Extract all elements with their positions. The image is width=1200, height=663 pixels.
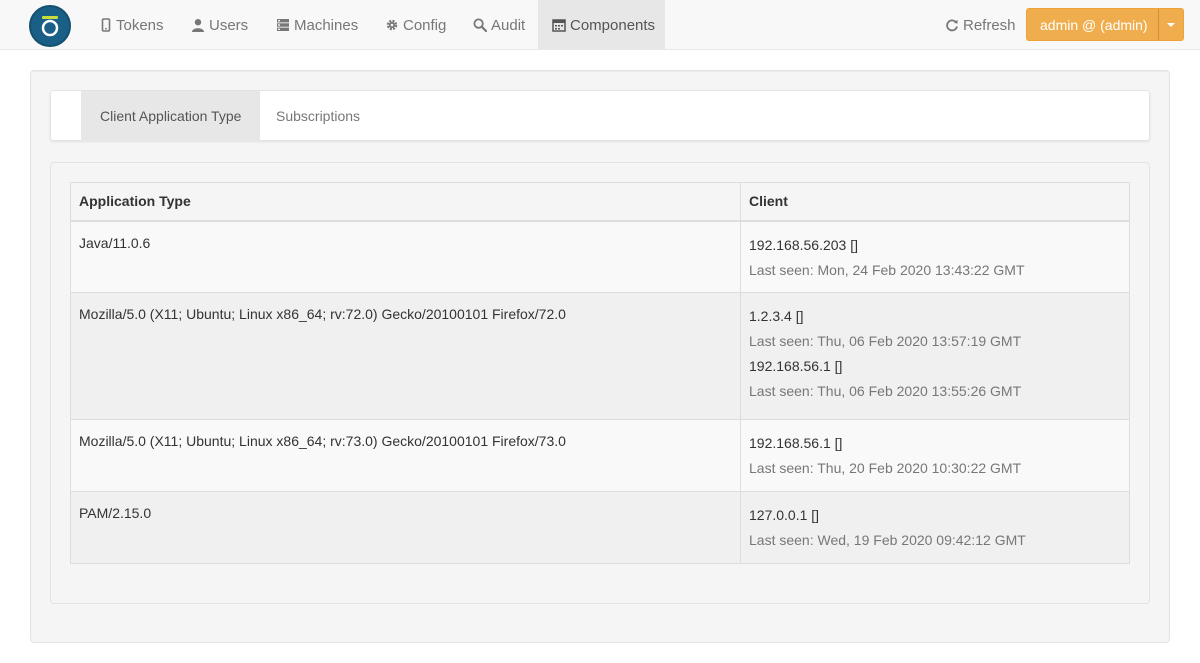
- nav-item-audit[interactable]: Audit: [465, 0, 533, 50]
- client-entry: 1.2.3.4 [] Last seen: Thu, 06 Feb 2020 1…: [749, 306, 1121, 351]
- tab-subscriptions[interactable]: Subscriptions: [257, 91, 379, 141]
- mobile-icon: [100, 18, 112, 32]
- client-entry: 127.0.0.1 [] Last seen: Wed, 19 Feb 2020…: [749, 505, 1121, 550]
- server-icon: [276, 18, 290, 32]
- client-address: 127.0.0.1 []: [749, 507, 820, 523]
- nav-item-users[interactable]: Users: [183, 0, 256, 50]
- client-cell: 127.0.0.1 [] Last seen: Wed, 19 Feb 2020…: [740, 491, 1130, 564]
- tab-client-application-type[interactable]: Client Application Type: [81, 91, 261, 141]
- client-last-seen: Last seen: Thu, 20 Feb 2020 10:30:22 GMT: [749, 460, 1022, 476]
- table-header-row: Application Type Client: [70, 182, 1130, 222]
- caret-down-icon: [1167, 22, 1176, 27]
- client-last-seen: Last seen: Mon, 24 Feb 2020 13:43:22 GMT: [749, 261, 1025, 278]
- table-row: Java/11.0.6 192.168.56.203 [] Last seen:…: [70, 220, 1130, 293]
- refresh-label: Refresh: [963, 16, 1016, 34]
- application-type-cell: PAM/2.15.0: [70, 491, 741, 564]
- client-last-seen: Last seen: Thu, 06 Feb 2020 13:55:26 GMT: [749, 383, 1022, 399]
- tab-label: Client Application Type: [100, 108, 242, 124]
- client-entry: 192.168.56.1 [] Last seen: Thu, 20 Feb 2…: [749, 433, 1121, 478]
- calendar-icon: [552, 18, 566, 32]
- client-address: 192.168.56.1 []: [749, 358, 843, 374]
- client-entry: 192.168.56.1 [] Last seen: Thu, 06 Feb 2…: [749, 356, 1121, 401]
- nav-item-machines[interactable]: Machines: [268, 0, 366, 50]
- table-row: Mozilla/5.0 (X11; Ubuntu; Linux x86_64; …: [70, 292, 1130, 420]
- logo-icon[interactable]: [29, 5, 71, 47]
- client-entry: 192.168.56.203 [] Last seen: Mon, 24 Feb…: [749, 235, 1121, 280]
- table-row: PAM/2.15.0 127.0.0.1 [] Last seen: Wed, …: [70, 491, 1130, 564]
- client-cell: 192.168.56.203 [] Last seen: Mon, 24 Feb…: [740, 220, 1130, 293]
- column-header-application-type: Application Type: [70, 182, 741, 222]
- application-type-cell: Mozilla/5.0 (X11; Ubuntu; Linux x86_64; …: [70, 419, 741, 492]
- top-navbar: Tokens Users Machines Config Audit Compo…: [0, 0, 1200, 50]
- nav-label: Audit: [491, 16, 526, 34]
- user-menu-toggle[interactable]: [1158, 9, 1183, 40]
- search-icon: [473, 18, 487, 32]
- refresh-button[interactable]: Refresh: [937, 0, 1024, 50]
- nav-item-tokens[interactable]: Tokens: [92, 0, 172, 50]
- component-subnav: Client Application Type Subscriptions: [50, 90, 1150, 141]
- nav-label: Machines: [294, 16, 359, 34]
- nav-item-config[interactable]: Config: [377, 0, 454, 50]
- client-address: 192.168.56.1 []: [749, 435, 843, 451]
- user-icon: [191, 18, 205, 32]
- column-header-client: Client: [740, 182, 1130, 222]
- nav-label: Tokens: [116, 16, 164, 34]
- client-cell: 192.168.56.1 [] Last seen: Thu, 20 Feb 2…: [740, 419, 1130, 492]
- application-type-cell: Mozilla/5.0 (X11; Ubuntu; Linux x86_64; …: [70, 292, 741, 420]
- nav-label: Users: [209, 16, 249, 34]
- gear-icon: [385, 18, 399, 32]
- client-address: 1.2.3.4 []: [749, 308, 804, 324]
- client-application-table: Application Type Client Java/11.0.6 192.…: [70, 182, 1130, 564]
- client-address: 192.168.56.203 []: [749, 236, 858, 253]
- client-last-seen: Last seen: Wed, 19 Feb 2020 09:42:12 GMT: [749, 532, 1026, 548]
- nav-item-components[interactable]: Components: [538, 0, 665, 50]
- client-cell: 1.2.3.4 [] Last seen: Thu, 06 Feb 2020 1…: [740, 292, 1130, 420]
- table-row: Mozilla/5.0 (X11; Ubuntu; Linux x86_64; …: [70, 419, 1130, 492]
- application-type-cell: Java/11.0.6: [70, 220, 741, 293]
- user-menu-button[interactable]: admin @ (admin): [1026, 8, 1184, 41]
- client-last-seen: Last seen: Thu, 06 Feb 2020 13:57:19 GMT: [749, 333, 1022, 349]
- user-menu-label: admin @ (admin): [1040, 16, 1148, 33]
- tab-label: Subscriptions: [276, 108, 361, 124]
- nav-label: Components: [570, 16, 656, 34]
- nav-label: Config: [403, 16, 447, 34]
- refresh-icon: [945, 18, 959, 32]
